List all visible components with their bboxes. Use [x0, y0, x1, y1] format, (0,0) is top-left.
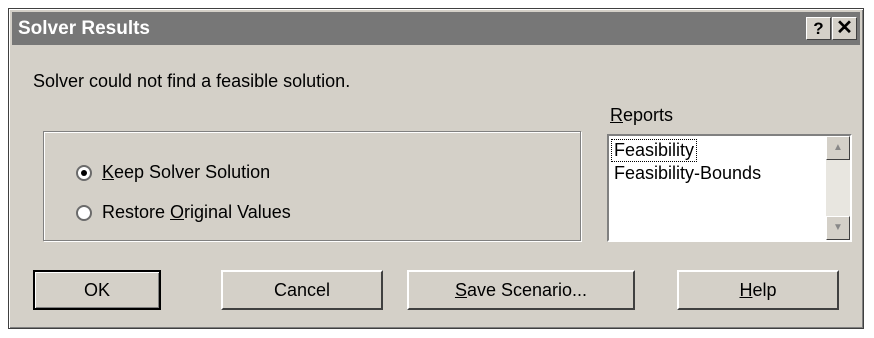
title-bar[interactable]: Solver Results ? ✕	[12, 12, 860, 45]
status-message: Solver could not find a feasible solutio…	[33, 71, 351, 91]
list-item[interactable]: Feasibility	[610, 139, 698, 162]
help-icon[interactable]: ?	[806, 17, 831, 40]
keep-solver-solution-option[interactable]: Keep Solver Solution	[76, 162, 270, 183]
save-scenario-button[interactable]: Save Scenario...	[407, 270, 635, 310]
solver-results-dialog: Solver Results ? ✕ Solver could not find…	[8, 8, 864, 329]
keep-solver-solution-label: Keep Solver Solution	[102, 162, 271, 182]
ok-button[interactable]: OK	[33, 270, 161, 310]
radio-unchecked-icon[interactable]	[76, 204, 92, 221]
radio-checked-icon[interactable]	[76, 164, 92, 181]
solution-options-group: Keep Solver Solution Restore Original Va…	[43, 131, 581, 241]
restore-original-values-label: Restore Original Values	[102, 202, 291, 222]
scroll-up-icon[interactable]: ▲	[826, 136, 850, 160]
cancel-button[interactable]: Cancel	[221, 270, 383, 310]
help-button[interactable]: Help	[677, 270, 839, 310]
reports-listbox[interactable]: Feasibility Feasibility-Bounds ▲ ▼	[607, 134, 852, 242]
restore-original-values-option[interactable]: Restore Original Values	[76, 202, 291, 223]
dialog-title: Solver Results	[18, 18, 150, 39]
list-item[interactable]: Feasibility-Bounds	[612, 163, 763, 184]
reports-scrollbar[interactable]: ▲ ▼	[826, 136, 850, 240]
scroll-down-icon[interactable]: ▼	[826, 216, 850, 240]
close-icon[interactable]: ✕	[832, 17, 857, 40]
reports-label: Reports	[610, 105, 674, 125]
